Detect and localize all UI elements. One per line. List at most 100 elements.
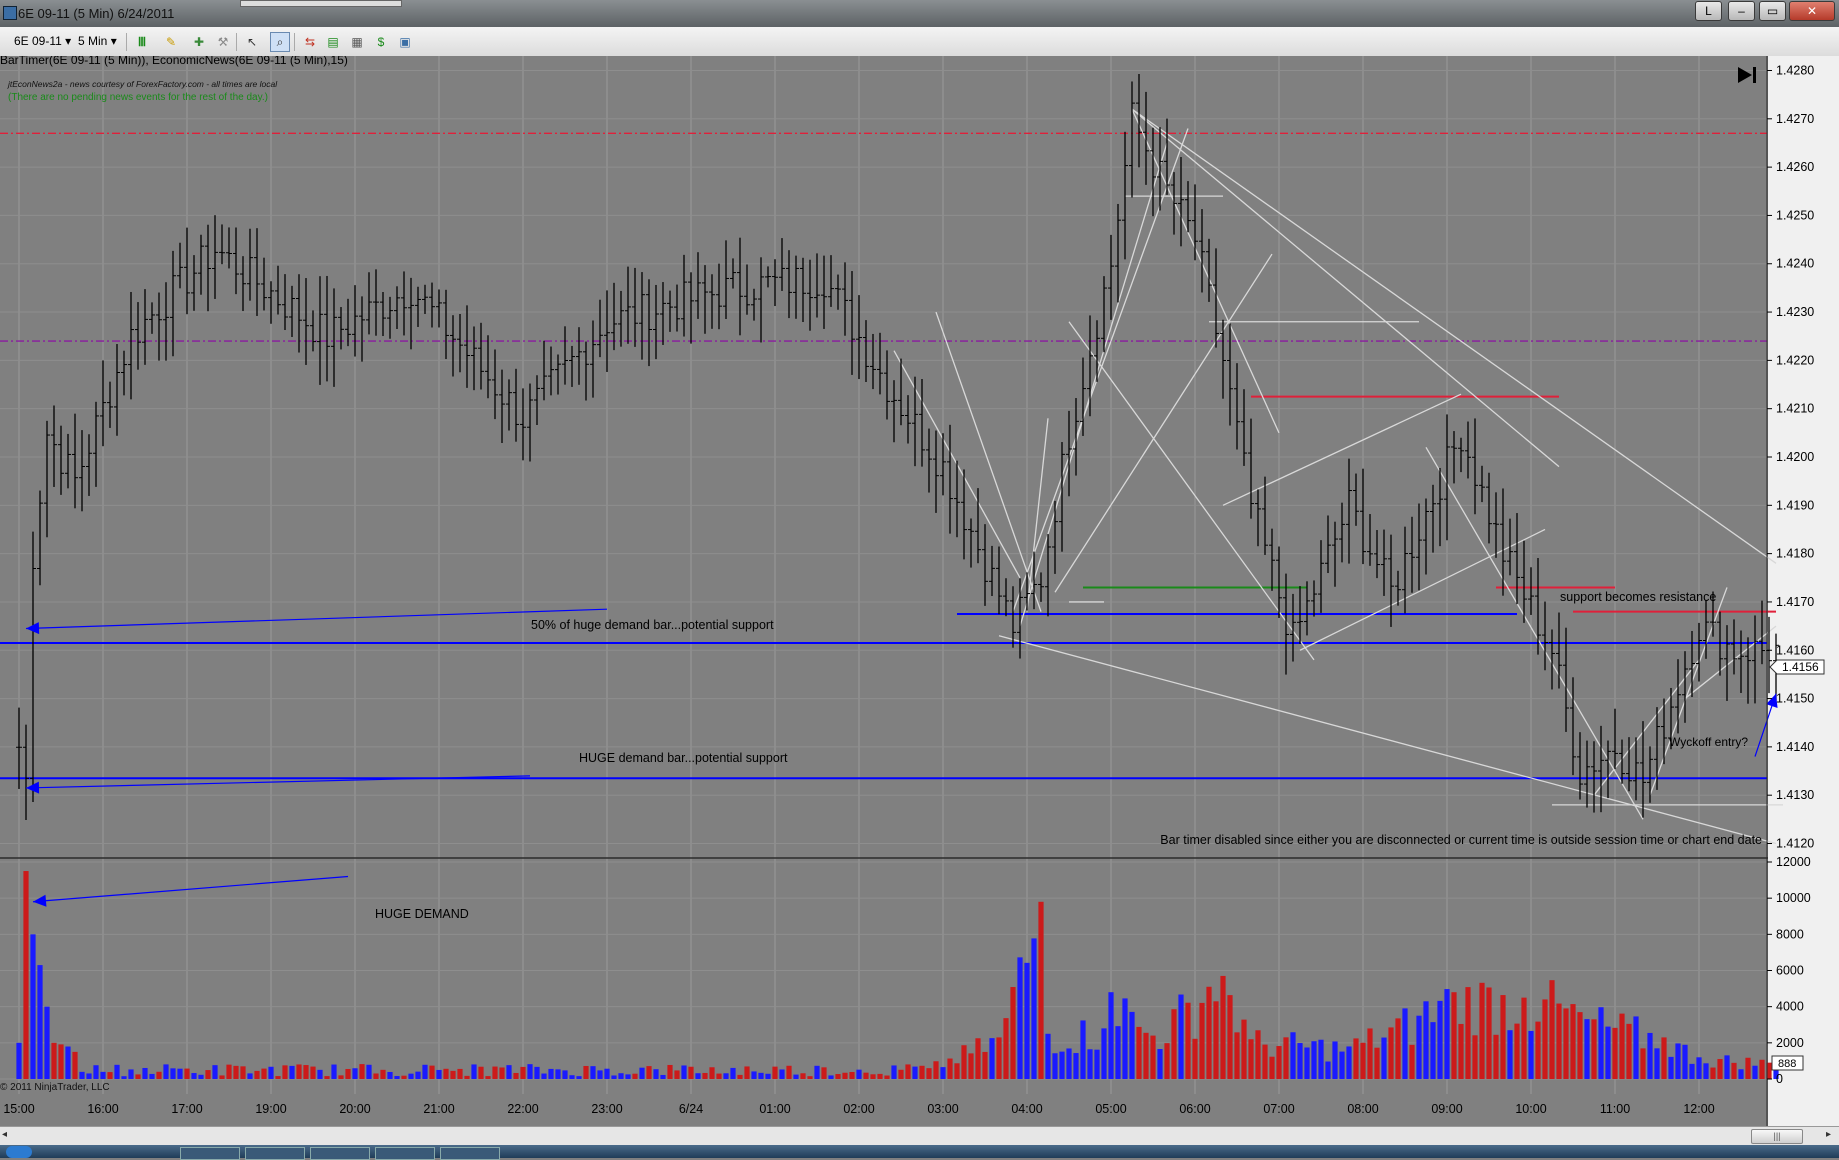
volume-tick-label: 2000 <box>1776 1036 1804 1050</box>
volume-bar <box>891 1065 897 1079</box>
volume-bar <box>1731 1062 1737 1079</box>
volume-bar <box>1262 1044 1268 1079</box>
volume-bar <box>1416 1015 1422 1079</box>
tools-icon[interactable]: ⚒ <box>213 32 233 52</box>
volume-bar <box>1640 1048 1646 1079</box>
time-tick-label: 10:00 <box>1515 1102 1546 1116</box>
interval-select[interactable]: 5 Min ▾ <box>78 32 122 50</box>
crosshair-icon[interactable]: ✚ <box>189 32 209 52</box>
volume-bar <box>310 1066 316 1079</box>
volume-bar <box>23 871 29 1079</box>
volume-bar <box>100 1071 106 1079</box>
volume-bar <box>814 1065 820 1079</box>
taskbar-item[interactable] <box>310 1147 370 1160</box>
support-resistance-label: support becomes resistance <box>1560 590 1716 604</box>
volume-bar <box>268 1066 274 1079</box>
volume-bar <box>849 1071 855 1079</box>
volume-bar <box>282 1065 288 1079</box>
price-tick-label: 1.4140 <box>1776 740 1814 754</box>
horizontal-scrollbar[interactable]: ◂ ||| ▸ <box>0 1126 1839 1145</box>
volume-bar <box>436 1069 442 1079</box>
close-button[interactable]: ✕ <box>1789 1 1835 21</box>
window-titlebar: 6E 09-11 (5 Min) 6/24/2011 L – ▭ ✕ <box>0 0 1839 27</box>
volume-bar <box>1724 1055 1730 1079</box>
volume-bar <box>464 1075 470 1079</box>
volume-bar <box>583 1065 589 1079</box>
price-chart[interactable]: 1.4280 1.4270 1.4260 1.4250 1.4240 1.4230 1.42… <box>0 56 1839 1126</box>
volume-bar <box>751 1071 757 1079</box>
scroll-right-icon[interactable]: ▸ <box>1826 1129 1831 1140</box>
link-button[interactable]: L <box>1695 1 1722 21</box>
volume-bar <box>744 1066 750 1079</box>
volume-bar <box>709 1067 715 1079</box>
volume-bar <box>359 1064 365 1079</box>
volume-bar <box>303 1065 309 1079</box>
volume-bar <box>135 1074 141 1079</box>
volume-bar <box>513 1072 519 1079</box>
volume-bar <box>625 1074 631 1079</box>
instrument-select[interactable]: 6E 09-11 ▾ <box>14 32 72 50</box>
volume-bar <box>618 1073 624 1079</box>
volume-bar <box>247 1073 253 1079</box>
instrument-value: 6E 09-11 <box>14 34 62 48</box>
volume-bar <box>660 1074 666 1079</box>
title-search-box[interactable] <box>240 0 402 7</box>
indicators-icon[interactable]: ▤ <box>323 32 343 52</box>
volume-bar <box>1626 1023 1632 1079</box>
volume-bar <box>1703 1063 1709 1079</box>
volume-tag-value: 888 <box>1778 1058 1796 1070</box>
volume-bar <box>1136 1026 1142 1079</box>
volume-bar <box>954 1063 960 1079</box>
volume-bar <box>898 1069 904 1079</box>
volume-bar <box>702 1072 708 1079</box>
volume-bar <box>1402 1008 1408 1079</box>
volume-bar <box>324 1076 330 1079</box>
time-tick-label: 01:00 <box>759 1102 790 1116</box>
volume-bar <box>450 1070 456 1079</box>
volume-bar <box>1213 1001 1219 1079</box>
scroll-left-icon[interactable]: ◂ <box>2 1129 7 1140</box>
strategies-icon[interactable]: ▦ <box>347 32 367 52</box>
scrollbar-thumb[interactable]: ||| <box>1751 1129 1803 1144</box>
volume-bar <box>205 1070 211 1079</box>
minimize-button[interactable]: – <box>1728 1 1755 21</box>
taskbar-item[interactable] <box>375 1147 435 1160</box>
time-tick-label: 11:00 <box>1600 1102 1630 1116</box>
start-button[interactable] <box>6 1146 32 1158</box>
volume-bar <box>695 1073 701 1079</box>
volume-bar <box>1374 1047 1380 1079</box>
volume-bar <box>1745 1057 1751 1079</box>
news-credit: jtEconNews2a - news courtesy of ForexFac… <box>7 79 278 89</box>
news-status: (There are no pending news events for th… <box>8 92 268 103</box>
volume-bar <box>408 1073 414 1079</box>
volume-bar <box>870 1074 876 1079</box>
price-tick-label: 1.4150 <box>1776 692 1814 706</box>
properties-icon[interactable]: ▣ <box>395 32 415 52</box>
volume-bar <box>1493 1034 1499 1079</box>
volume-bar <box>856 1069 862 1079</box>
taskbar-item[interactable] <box>245 1147 305 1160</box>
volume-bar <box>1598 1007 1604 1079</box>
volume-bar <box>1101 1028 1107 1079</box>
dollar-icon[interactable]: $ <box>371 32 391 52</box>
maximize-button[interactable]: ▭ <box>1759 1 1786 21</box>
volume-bar <box>667 1064 673 1079</box>
taskbar-item[interactable] <box>180 1147 240 1160</box>
volume-bar <box>1549 980 1555 1079</box>
time-tick-label: 16:00 <box>87 1102 118 1116</box>
volume-bar <box>1290 1032 1296 1079</box>
volume-bar <box>163 1064 169 1079</box>
volume-bar <box>142 1067 148 1079</box>
interval-value: 5 Min <box>78 34 108 48</box>
price-tick-label: 1.4170 <box>1776 595 1814 609</box>
chart-toolbar: 6E 09-11 ▾ 5 Min ▾ Ⅲ ✎ ✚ ⚒ ↖ ⌕ ⇆ ▤ ▦ $ ▣ <box>0 27 1839 57</box>
bar-style-icon[interactable]: Ⅲ <box>132 32 152 52</box>
order-entry-icon[interactable]: ⇆ <box>300 32 320 52</box>
volume-bar <box>30 934 36 1079</box>
taskbar-item[interactable] <box>440 1147 500 1160</box>
volume-bar <box>786 1065 792 1079</box>
volume-bar <box>1080 1020 1086 1079</box>
pointer-icon[interactable]: ↖ <box>242 32 262 52</box>
zoom-icon[interactable]: ⌕ <box>270 32 290 52</box>
pencil-icon[interactable]: ✎ <box>161 32 181 52</box>
